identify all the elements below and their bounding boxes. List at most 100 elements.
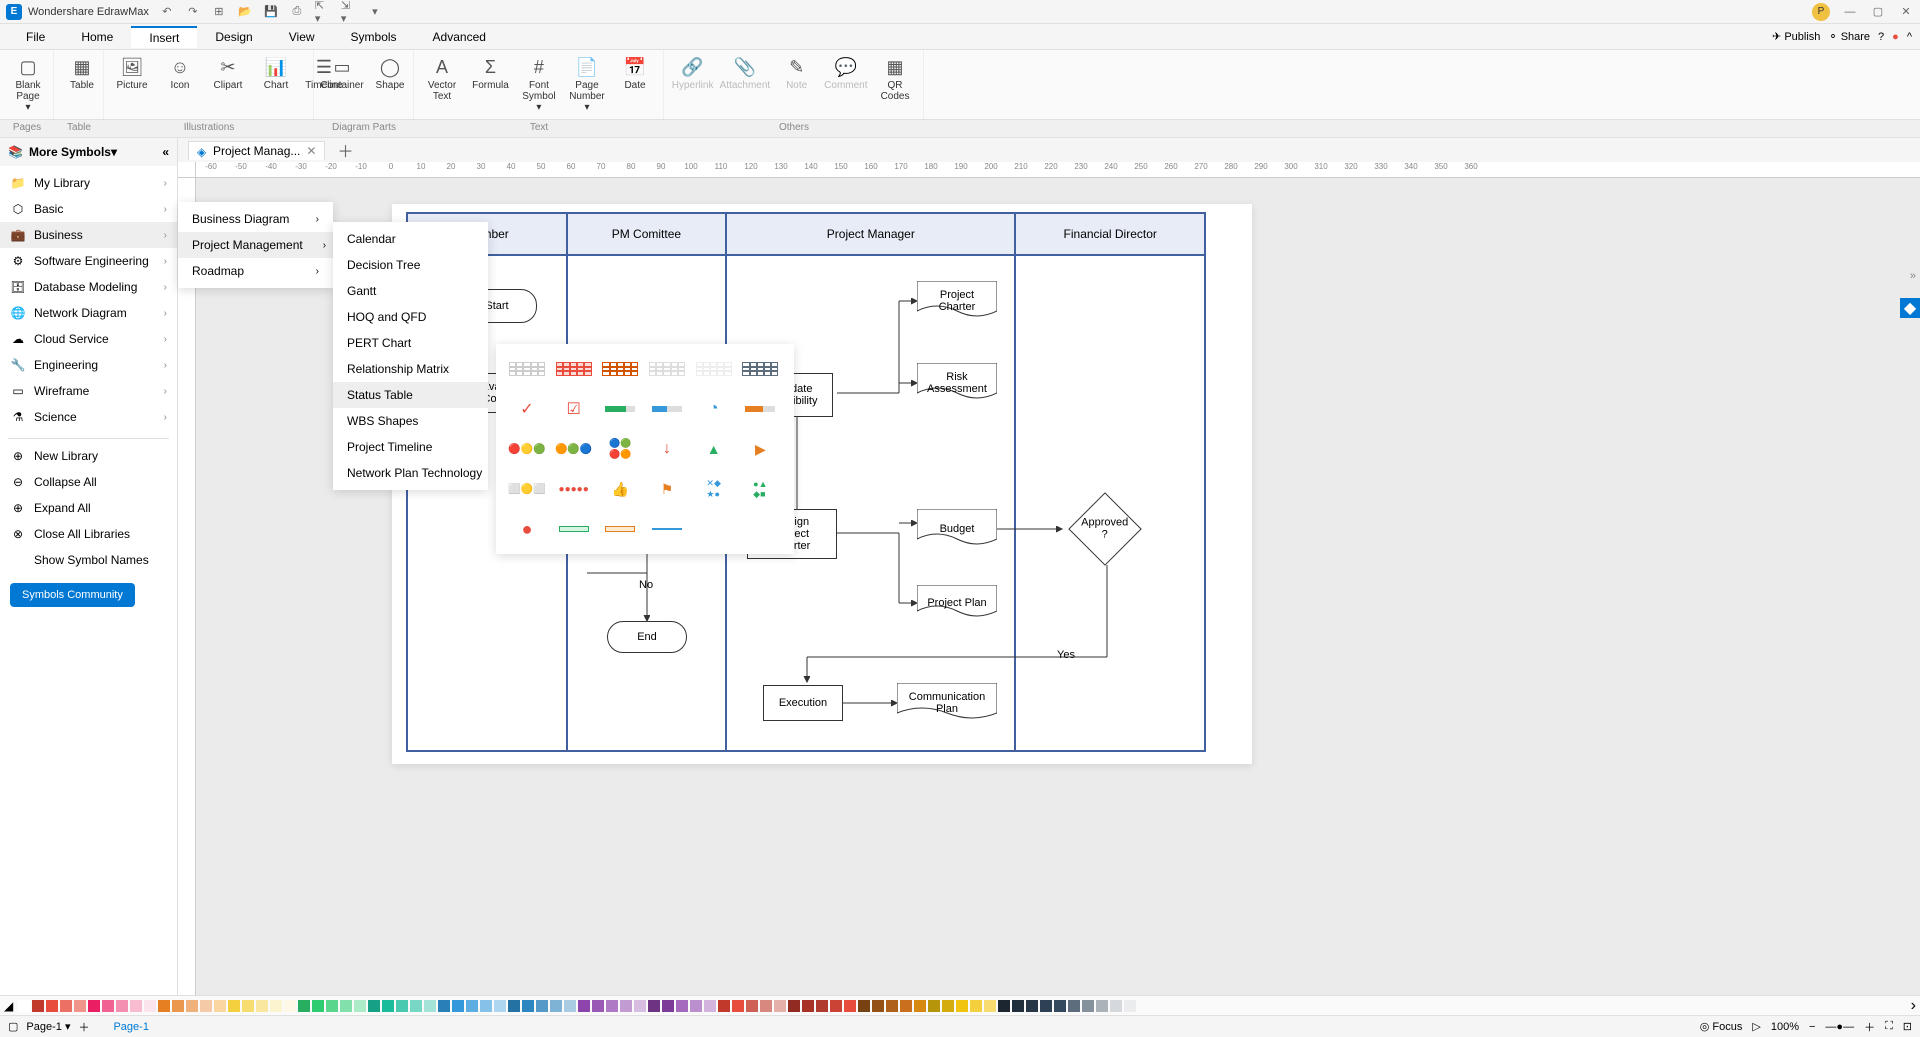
shape-dots-grid[interactable]: 🔵🟢🔴🟠 xyxy=(601,436,639,462)
close-icon[interactable]: ✕ xyxy=(1898,4,1914,20)
panel-action-show-symbol-names[interactable]: Show Symbol Names xyxy=(0,547,177,573)
menu-design[interactable]: Design xyxy=(197,27,270,47)
shape-flag[interactable]: ⚑ xyxy=(648,476,686,502)
export-icon[interactable]: ⇱ ▾ xyxy=(315,4,331,20)
color-swatch[interactable] xyxy=(592,1000,604,1012)
font-symbol-button[interactable]: #FontSymbol ▾ xyxy=(519,54,559,115)
flyout-project-timeline[interactable]: Project Timeline xyxy=(333,434,488,460)
color-swatch[interactable] xyxy=(46,1000,58,1012)
color-swatch[interactable] xyxy=(536,1000,548,1012)
shape-toggle[interactable]: ⬜🟡⬜ xyxy=(508,476,546,502)
page-tab[interactable]: Page-1 xyxy=(113,1021,148,1033)
panel-category-network-diagram[interactable]: 🌐Network Diagram› xyxy=(0,300,177,326)
collapse-panel-icon[interactable]: « xyxy=(162,145,169,159)
shape-progress-orange[interactable] xyxy=(741,396,779,422)
color-swatch[interactable] xyxy=(802,1000,814,1012)
notification-dot[interactable]: ● xyxy=(1892,31,1899,43)
color-swatch[interactable] xyxy=(382,1000,394,1012)
hyperlink-button[interactable]: 🔗Hyperlink xyxy=(672,54,713,104)
panel-category-basic[interactable]: ⬡Basic› xyxy=(0,196,177,222)
menu-view[interactable]: View xyxy=(271,27,333,47)
shape-thumbs-up[interactable]: 👍 xyxy=(601,476,639,502)
color-swatch[interactable] xyxy=(102,1000,114,1012)
panel-action-new-library[interactable]: ⊕New Library xyxy=(0,443,177,469)
shape-bar-orange[interactable] xyxy=(601,516,639,542)
color-swatch[interactable] xyxy=(732,1000,744,1012)
fit-page-icon[interactable]: ⛶ xyxy=(1885,1020,1893,1033)
color-swatch[interactable] xyxy=(1040,1000,1052,1012)
import-icon[interactable]: ⇲ ▾ xyxy=(341,4,357,20)
panel-category-cloud-service[interactable]: ☁Cloud Service› xyxy=(0,326,177,352)
color-swatch[interactable] xyxy=(60,1000,72,1012)
pages-icon[interactable]: ▢ xyxy=(8,1020,18,1033)
flyout-network-plan-technology[interactable]: Network Plan Technology xyxy=(333,460,488,486)
shape-thumb-table-gray[interactable] xyxy=(508,356,546,382)
panel-category-business[interactable]: 💼Business› xyxy=(0,222,177,248)
publish-button[interactable]: ✈ Publish xyxy=(1772,30,1820,43)
shape-symbols-blue[interactable]: ✕◆★● xyxy=(695,476,733,502)
color-swatch[interactable] xyxy=(312,1000,324,1012)
vector-text-button[interactable]: AVectorText xyxy=(422,54,462,115)
color-swatch[interactable] xyxy=(130,1000,142,1012)
color-swatch[interactable] xyxy=(704,1000,716,1012)
shape-traffic-lights-1[interactable]: 🔴🟡🟢 xyxy=(508,436,546,462)
document-tab[interactable]: ◈ Project Manag... ✕ xyxy=(188,141,325,160)
flyout-wbs-shapes[interactable]: WBS Shapes xyxy=(333,408,488,434)
shape-risk[interactable]: RiskAssessment xyxy=(917,363,997,403)
color-swatch[interactable] xyxy=(858,1000,870,1012)
color-swatch[interactable] xyxy=(88,1000,100,1012)
color-swatch[interactable] xyxy=(522,1000,534,1012)
shape-commplan[interactable]: CommunicationPlan xyxy=(897,683,997,723)
save-icon[interactable]: 💾 xyxy=(263,4,279,20)
color-swatch[interactable] xyxy=(746,1000,758,1012)
color-swatch[interactable] xyxy=(970,1000,982,1012)
shape-triangle-up[interactable]: ▲ xyxy=(695,436,733,462)
color-swatch[interactable] xyxy=(774,1000,786,1012)
color-swatch[interactable] xyxy=(18,1000,30,1012)
shape-progress-blue[interactable] xyxy=(648,396,686,422)
clipart-button[interactable]: ✂Clipart xyxy=(208,54,248,93)
color-swatch[interactable] xyxy=(298,1000,310,1012)
minimize-icon[interactable]: — xyxy=(1842,4,1858,20)
color-swatch[interactable] xyxy=(116,1000,128,1012)
color-swatch[interactable] xyxy=(228,1000,240,1012)
menu-insert[interactable]: Insert xyxy=(131,26,197,48)
color-swatch[interactable] xyxy=(410,1000,422,1012)
comment-button[interactable]: 💬Comment xyxy=(825,54,867,104)
shape-approved[interactable]: Approved? xyxy=(1073,497,1137,561)
flyout-hoq-and-qfd[interactable]: HOQ and QFD xyxy=(333,304,488,330)
new-icon[interactable]: ⊞ xyxy=(211,4,227,20)
color-swatch[interactable] xyxy=(452,1000,464,1012)
formula-button[interactable]: ΣFormula xyxy=(470,54,511,115)
shape-charter[interactable]: ProjectCharter xyxy=(917,281,997,321)
swimlane-header-finance[interactable]: Financial Director xyxy=(1015,213,1205,255)
color-swatch[interactable] xyxy=(1110,1000,1122,1012)
color-swatch[interactable] xyxy=(830,1000,842,1012)
flyout-decision-tree[interactable]: Decision Tree xyxy=(333,252,488,278)
page-selector[interactable]: Page-1 ▾ xyxy=(26,1020,70,1033)
color-swatch[interactable] xyxy=(606,1000,618,1012)
focus-button[interactable]: ◎ Focus xyxy=(1700,1020,1743,1033)
share-button[interactable]: ⚬ Share xyxy=(1828,30,1870,43)
color-swatch[interactable] xyxy=(998,1000,1010,1012)
qr-codes-button[interactable]: ▦QRCodes xyxy=(875,54,915,104)
container-button[interactable]: ▭Container xyxy=(322,54,362,93)
flyout-pert-chart[interactable]: PERT Chart xyxy=(333,330,488,356)
color-swatch[interactable] xyxy=(788,1000,800,1012)
color-swatch[interactable] xyxy=(1012,1000,1024,1012)
menu-symbols[interactable]: Symbols xyxy=(333,27,415,47)
table-button[interactable]: ▦Table xyxy=(62,54,102,93)
color-swatch[interactable] xyxy=(396,1000,408,1012)
page-number-button[interactable]: 📄PageNumber ▾ xyxy=(567,54,607,115)
symbols-community-button[interactable]: Symbols Community xyxy=(10,583,135,607)
menu-home[interactable]: Home xyxy=(63,27,131,47)
add-page-icon[interactable]: ＋ xyxy=(78,1019,89,1035)
color-swatch[interactable] xyxy=(270,1000,282,1012)
collapse-ribbon-icon[interactable]: ^ xyxy=(1907,31,1912,43)
color-swatch[interactable] xyxy=(1082,1000,1094,1012)
shape-rating-dots[interactable]: ●●●●● xyxy=(555,476,593,502)
color-swatch[interactable] xyxy=(620,1000,632,1012)
flyout-relationship-matrix[interactable]: Relationship Matrix xyxy=(333,356,488,382)
shape-button[interactable]: ◯Shape xyxy=(370,54,410,93)
color-swatch[interactable] xyxy=(550,1000,562,1012)
